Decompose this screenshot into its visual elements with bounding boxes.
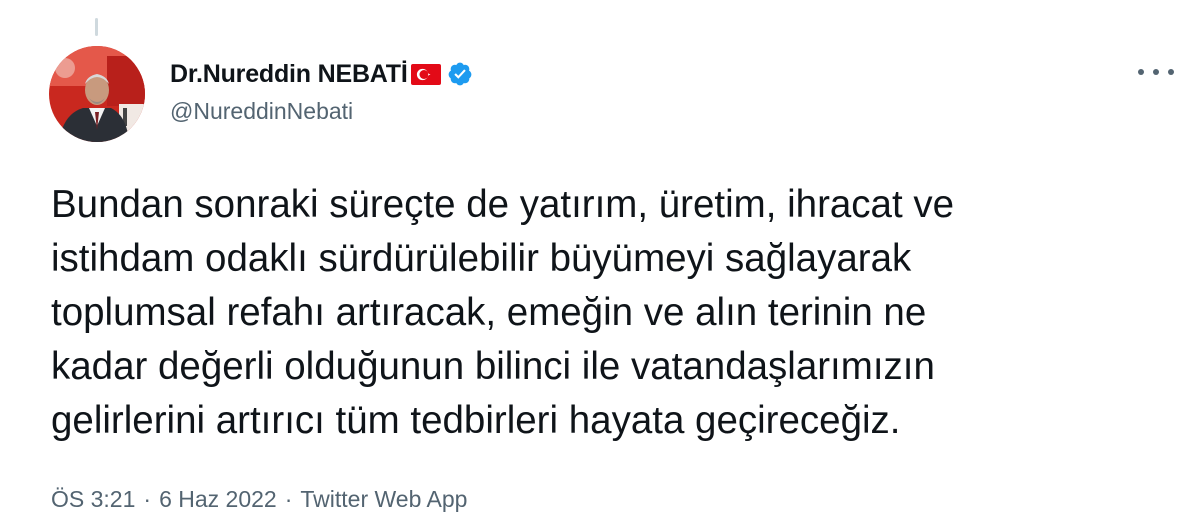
tweet-text-line: istihdam odaklı sürdürülebilir büyümeyi …	[51, 237, 912, 280]
tweet-text-line: kadar değerli olduğunun bilinci ile vata…	[51, 345, 935, 388]
verified-badge-icon	[447, 61, 473, 87]
more-dot	[1138, 69, 1144, 75]
author-display-name[interactable]: Dr.Nureddin NEBATİ	[170, 60, 408, 89]
more-options-icon[interactable]	[1138, 58, 1174, 86]
tweet-text-line: toplumsal refahı artıracak, emeğin ve al…	[51, 291, 927, 334]
author-name-row[interactable]: Dr.Nureddin NEBATİ	[170, 58, 473, 90]
tweet-text-line: gelirlerini artırıcı tüm tedbirleri haya…	[51, 399, 901, 442]
turkey-flag-icon	[410, 63, 441, 85]
avatar[interactable]	[49, 46, 145, 142]
more-dot	[1168, 69, 1174, 75]
thread-connector-line	[95, 18, 98, 36]
more-dot	[1153, 69, 1159, 75]
author-handle[interactable]: @NureddinNebati	[170, 98, 353, 125]
tweet-text: Bundan sonraki süreçte de yatırım, üreti…	[51, 178, 1171, 448]
tweet-text-line: Bundan sonraki süreçte de yatırım, üreti…	[51, 183, 955, 226]
